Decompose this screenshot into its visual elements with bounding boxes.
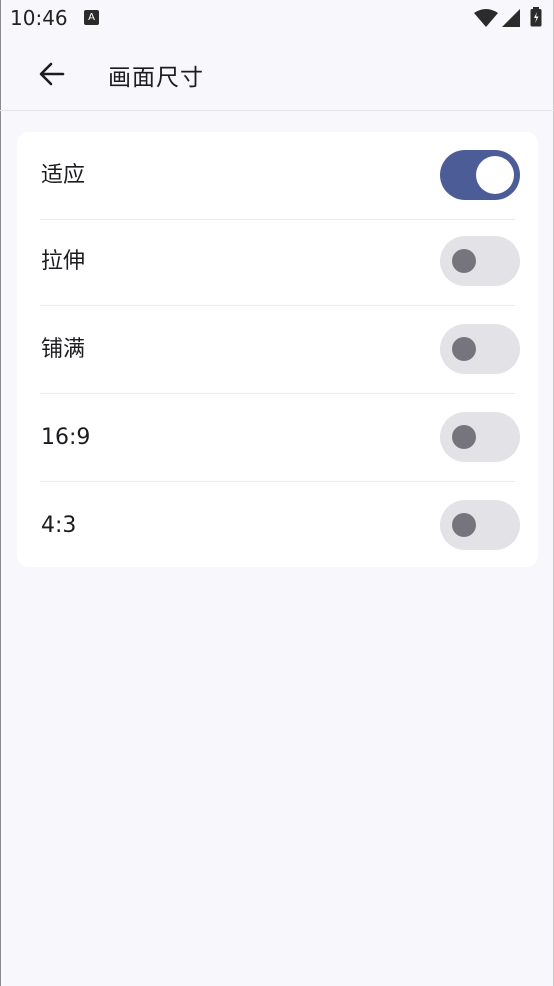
switch-thumb	[452, 513, 476, 537]
switch-thumb	[452, 337, 476, 361]
aspect-ratio-options-card: 适应 拉伸 铺满 16:9 4:3	[17, 132, 538, 567]
option-stretch[interactable]: 拉伸	[17, 218, 538, 306]
option-label: 16:9	[41, 425, 91, 450]
notification-icon: A	[84, 10, 99, 25]
fill-switch[interactable]	[440, 324, 520, 374]
switch-thumb	[452, 425, 476, 449]
option-4-3[interactable]: 4:3	[17, 482, 538, 570]
option-label: 铺满	[41, 337, 86, 362]
option-fill[interactable]: 铺满	[17, 306, 538, 394]
option-16-9[interactable]: 16:9	[17, 394, 538, 482]
option-label: 4:3	[41, 513, 77, 538]
signal-icon	[502, 9, 520, 27]
app-bar: 画面尺寸	[0, 38, 554, 111]
switch-thumb	[476, 156, 514, 194]
fit-switch[interactable]	[440, 150, 520, 200]
ratio-4-3-switch[interactable]	[440, 500, 520, 550]
page-title: 画面尺寸	[108, 65, 204, 91]
switch-thumb	[452, 249, 476, 273]
ratio-16-9-switch[interactable]	[440, 412, 520, 462]
window-edge-left	[0, 0, 1, 986]
status-bar: 10:46 A	[0, 0, 554, 38]
option-label: 适应	[41, 163, 86, 188]
arrow-left-icon	[39, 62, 65, 86]
stretch-switch[interactable]	[440, 236, 520, 286]
wifi-icon	[474, 9, 498, 27]
option-label: 拉伸	[41, 249, 86, 274]
status-time: 10:46	[10, 6, 68, 30]
battery-icon	[530, 7, 542, 27]
back-button[interactable]	[28, 52, 76, 96]
option-fit[interactable]: 适应	[17, 132, 538, 220]
